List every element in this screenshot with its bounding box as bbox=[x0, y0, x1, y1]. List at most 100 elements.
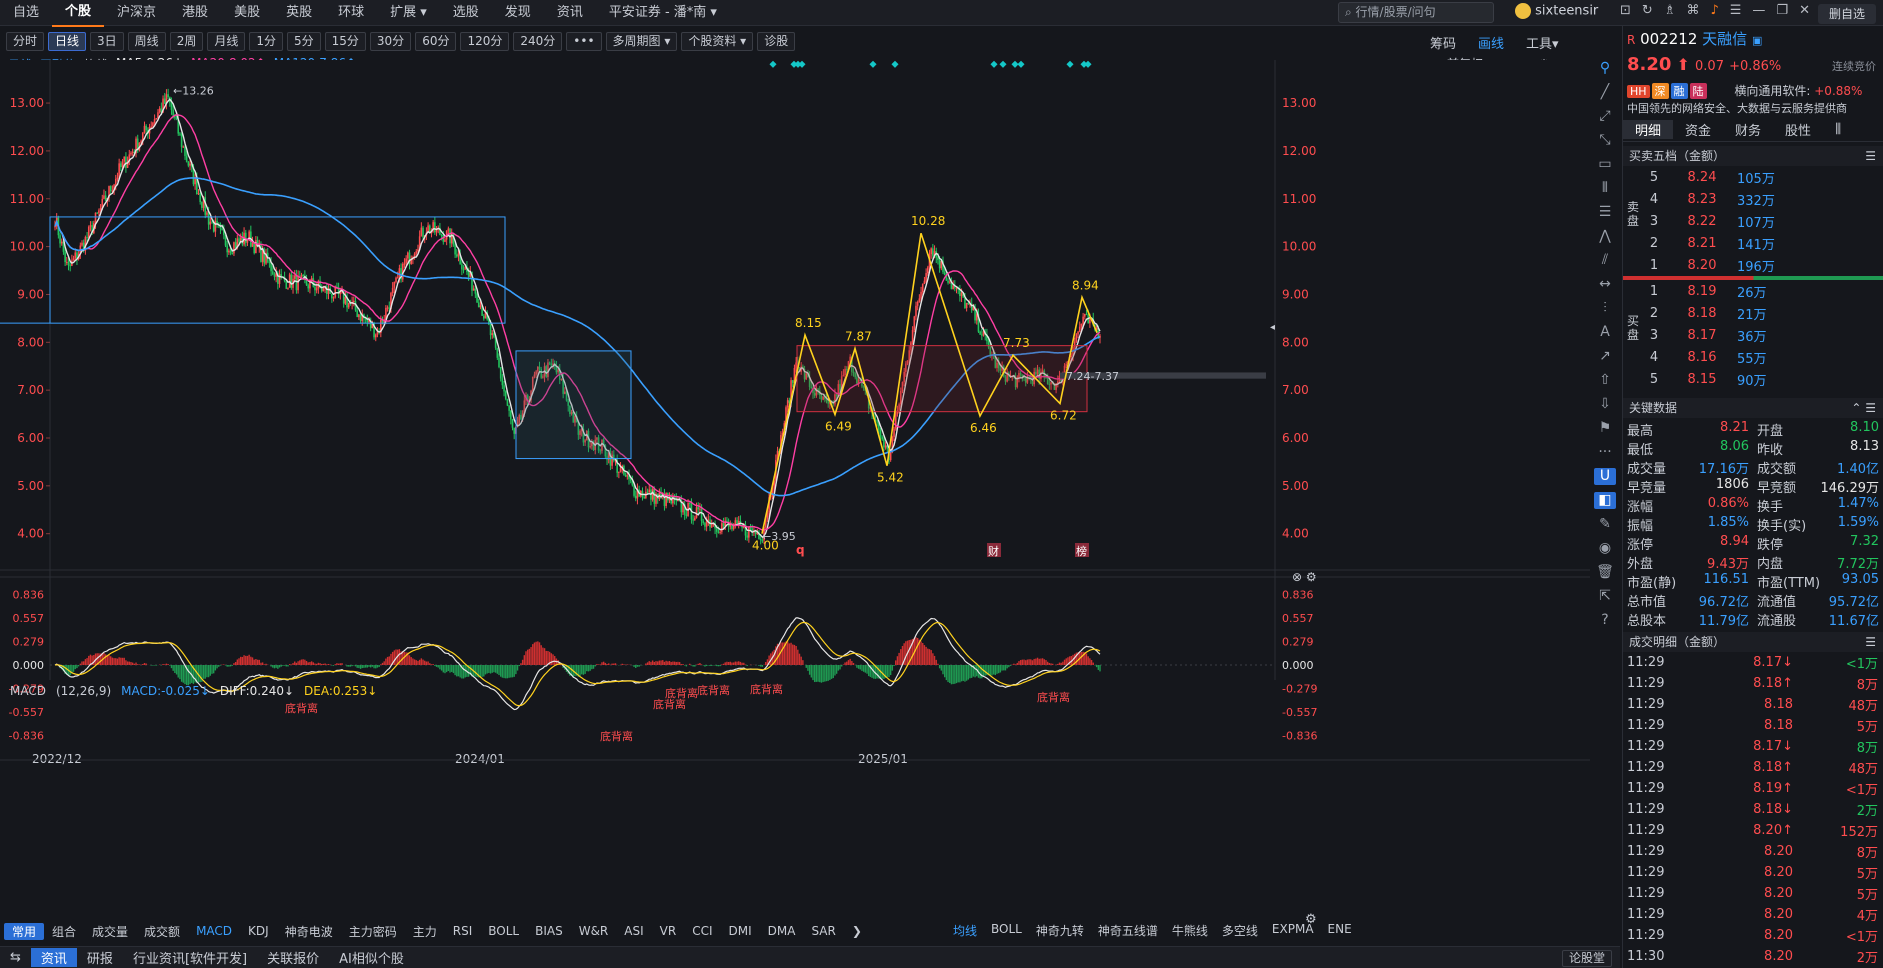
fib-tool-icon[interactable]: ☰ bbox=[1594, 204, 1616, 221]
tag-hh[interactable]: HH bbox=[1627, 85, 1650, 98]
indicator-tab[interactable]: 神奇电波 bbox=[277, 923, 341, 940]
macd-label[interactable]: MACD bbox=[10, 684, 46, 698]
user-account[interactable]: sixteensir bbox=[1515, 3, 1598, 19]
overlay-tab[interactable]: 神奇九转 bbox=[1029, 922, 1091, 939]
ray-tool-icon[interactable]: ⤢ bbox=[1594, 108, 1616, 125]
period-button[interactable]: 个股资料 ▾ bbox=[681, 31, 754, 51]
magnet-icon[interactable]: U bbox=[1594, 468, 1616, 485]
settings-icon[interactable]: ☰ bbox=[1730, 3, 1742, 18]
measure-tool-icon[interactable]: ↔ bbox=[1594, 276, 1616, 293]
indicator-tab[interactable]: SAR bbox=[803, 924, 843, 938]
flag-tool-icon[interactable]: ⚑ bbox=[1594, 420, 1616, 437]
indicator-tab[interactable]: 常用 bbox=[4, 922, 45, 940]
top-menu-item[interactable]: 自选 bbox=[0, 0, 52, 26]
minimize-icon[interactable]: — bbox=[1752, 3, 1765, 18]
period-button[interactable]: 月线 bbox=[207, 31, 246, 51]
gann-tool-icon[interactable]: ⫽ bbox=[1594, 252, 1616, 269]
kline-chart[interactable]: 4.00 4.00 5.00 5.00 6.00 6.00 7.00 7.00 8.00 8.00… bbox=[0, 60, 1590, 940]
overlay-tab[interactable]: 均线 bbox=[946, 922, 984, 939]
indicator-tab[interactable]: DMA bbox=[760, 924, 804, 938]
indicator-tab[interactable]: KDJ bbox=[240, 924, 277, 938]
collapse-icon[interactable]: ⌃ ☰ bbox=[1851, 398, 1883, 418]
period-button[interactable]: 3日 bbox=[90, 31, 124, 51]
pen-icon[interactable]: ✎ bbox=[1594, 516, 1616, 533]
more-tools-icon[interactable]: ··· bbox=[1594, 444, 1616, 461]
period-button[interactable]: 2周 bbox=[169, 31, 204, 51]
restore-icon[interactable]: ❐ bbox=[1776, 3, 1788, 18]
pin-icon[interactable]: ⚲ bbox=[1594, 60, 1616, 77]
period-button[interactable]: 周线 bbox=[127, 31, 166, 51]
top-menu-item[interactable]: 英股 bbox=[273, 0, 325, 26]
menu-icon[interactable]: ☰ bbox=[1865, 146, 1883, 166]
trades-menu-icon[interactable]: ☰ bbox=[1865, 632, 1883, 652]
bottom-tab[interactable]: 研报 bbox=[77, 948, 123, 967]
help-icon[interactable]: ? bbox=[1594, 612, 1616, 629]
orderbook-price[interactable]: 8.23 bbox=[1667, 192, 1737, 207]
overlay-tab[interactable]: EXPMA bbox=[1265, 922, 1321, 939]
top-menu-item[interactable]: 个股 bbox=[52, 0, 105, 27]
tag-lu[interactable]: 陆 bbox=[1689, 83, 1707, 99]
period-button[interactable]: 15分 bbox=[324, 31, 366, 51]
channel-tool-icon[interactable]: ⫴ bbox=[1594, 180, 1616, 197]
indicator-tab[interactable]: ASI bbox=[616, 924, 651, 938]
export-icon[interactable]: ⇱ bbox=[1594, 588, 1616, 605]
message-icon[interactable]: ⊡ bbox=[1620, 3, 1631, 18]
search-input[interactable]: ⌕ 行情/股票/问句 bbox=[1338, 2, 1494, 23]
delete-favorite-button[interactable]: 删自选 bbox=[1818, 4, 1876, 24]
indicator-tab[interactable]: W&R bbox=[571, 924, 617, 938]
top-menu-item[interactable]: 美股 bbox=[221, 0, 273, 26]
right-tab[interactable]: 明细 bbox=[1623, 120, 1674, 139]
bottom-tab[interactable]: 行业资讯[软件开发] bbox=[123, 948, 257, 967]
period-button[interactable]: 5分 bbox=[286, 31, 321, 51]
close-icon[interactable]: ✕ bbox=[1799, 3, 1810, 18]
split-icon[interactable]: ⫼ bbox=[1823, 122, 1853, 137]
top-menu-item[interactable]: 沪深京 bbox=[104, 0, 169, 26]
overlay-tab[interactable]: 牛熊线 bbox=[1165, 922, 1215, 939]
orderbook-price[interactable]: 8.20 bbox=[1667, 258, 1737, 273]
indicator-tab[interactable]: 成交量 bbox=[84, 923, 136, 940]
arrow-tool-icon[interactable]: ↗ bbox=[1594, 348, 1616, 365]
right-tool-button[interactable]: 工具▾ bbox=[1526, 33, 1559, 52]
indicator-tab[interactable]: BIAS bbox=[527, 924, 571, 938]
up-mark-icon[interactable]: ⇧ bbox=[1594, 372, 1616, 389]
right-tab[interactable]: 资金 bbox=[1673, 120, 1723, 139]
period-button[interactable]: ••• bbox=[566, 31, 602, 51]
right-tab[interactable]: 股性 bbox=[1773, 120, 1823, 139]
down-mark-icon[interactable]: ⇩ bbox=[1594, 396, 1616, 413]
overlay-tab[interactable]: 神奇五线谱 bbox=[1091, 922, 1165, 939]
overlay-tab[interactable]: 多空线 bbox=[1215, 922, 1265, 939]
orderbook-price[interactable]: 8.24 bbox=[1667, 170, 1737, 185]
orderbook-price[interactable]: 8.22 bbox=[1667, 214, 1737, 229]
orderbook-price[interactable]: 8.19 bbox=[1667, 284, 1737, 299]
orderbook-price[interactable]: 8.17 bbox=[1667, 328, 1737, 343]
cycle-tool-icon[interactable]: ⫶ bbox=[1594, 300, 1616, 317]
refresh-icon[interactable]: ↻ bbox=[1642, 3, 1653, 18]
indicator-tab[interactable]: RSI bbox=[445, 924, 481, 938]
right-tool-button[interactable]: 筹码 bbox=[1430, 33, 1456, 52]
trash-icon[interactable]: 🗑︎ bbox=[1594, 564, 1616, 581]
gift-icon[interactable]: ⌘ bbox=[1686, 3, 1699, 18]
period-button[interactable]: 分时 bbox=[6, 31, 45, 51]
right-tool-button[interactable]: 画线 bbox=[1478, 33, 1504, 52]
expand-icon[interactable]: ⇆ bbox=[0, 950, 31, 965]
indicator-tab[interactable]: 主力 bbox=[405, 923, 445, 940]
top-menu-item[interactable]: 港股 bbox=[169, 0, 221, 26]
right-tab[interactable]: 财务 bbox=[1723, 120, 1773, 139]
orderbook-price[interactable]: 8.21 bbox=[1667, 236, 1737, 251]
indicator-tab[interactable]: DMI bbox=[720, 924, 759, 938]
period-button[interactable]: 1分 bbox=[249, 31, 283, 51]
bottom-tab[interactable]: 关联报价 bbox=[257, 948, 329, 967]
line-tool-icon[interactable]: ╱ bbox=[1594, 84, 1616, 101]
indicator-tab[interactable]: 成交额 bbox=[136, 923, 188, 940]
indicator-tab[interactable]: BOLL bbox=[480, 924, 527, 938]
top-menu-item[interactable]: 平安证券 - 潘*南 ▾ bbox=[596, 0, 730, 26]
overlay-tab[interactable]: BOLL bbox=[984, 922, 1029, 939]
top-menu-item[interactable]: 资讯 bbox=[544, 0, 596, 26]
indicator-tab[interactable]: VR bbox=[652, 924, 685, 938]
indicator-tab[interactable]: MACD bbox=[188, 924, 240, 938]
indicator-tab[interactable]: 组合 bbox=[44, 923, 84, 940]
concept-label[interactable]: 横向通用软件: bbox=[1734, 84, 1810, 98]
period-button[interactable]: 日线 bbox=[48, 31, 87, 51]
orderbook-price[interactable]: 8.18 bbox=[1667, 306, 1737, 321]
bottom-tab[interactable]: 资讯 bbox=[30, 948, 77, 967]
